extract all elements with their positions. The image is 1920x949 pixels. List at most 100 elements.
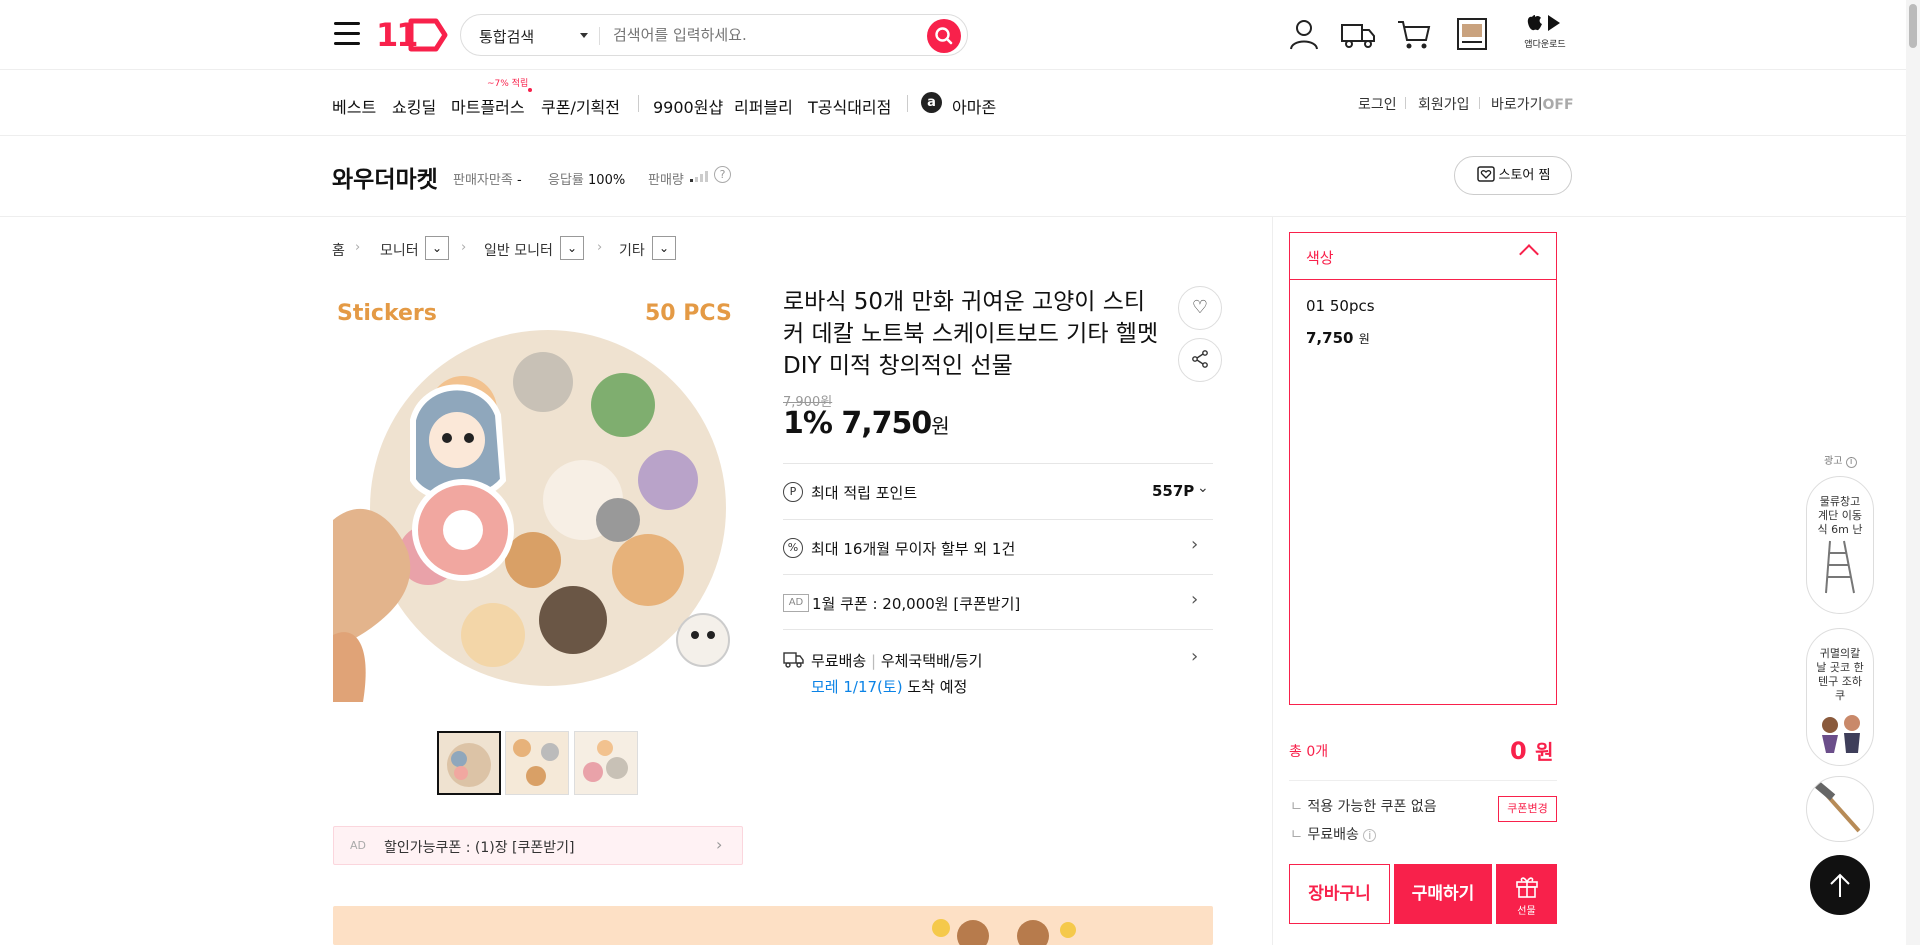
nav-item-best[interactable]: 베스트 <box>332 94 376 118</box>
monthly-coupon-row[interactable]: AD 1월 쿠폰 : 20,000원 [쿠폰받기] › <box>783 574 1213 629</box>
discount-coupon-strip[interactable]: AD 할인가능쿠폰 : (1)장 [쿠폰받기] › <box>333 826 743 865</box>
chevron-right-icon: › <box>597 240 603 255</box>
login-link[interactable]: 로그인 <box>1358 94 1397 114</box>
add-to-cart-button[interactable]: 장바구니 <box>1289 864 1390 924</box>
breadcrumb-general-monitor[interactable]: 일반 모니터 <box>484 240 553 260</box>
scrollbar-thumb[interactable] <box>1909 4 1917 48</box>
breadcrumb-dropdown[interactable]: ⌄ <box>652 236 676 260</box>
indent-mark: ㄴ <box>1290 799 1303 815</box>
no-coupon-text: 적용 가능한 쿠폰 없음 <box>1307 799 1437 815</box>
mart-plus-badge: ~7% 적립 <box>487 79 529 89</box>
promo-banner[interactable] <box>333 906 1213 949</box>
scrollbar[interactable] <box>1906 0 1920 945</box>
product-main-image[interactable]: Stickers 50 PCS <box>333 290 741 702</box>
free-shipping-text: 무료배송 <box>1307 827 1359 843</box>
share-button[interactable] <box>1178 338 1222 382</box>
chevron-down-icon <box>580 33 588 38</box>
store-name[interactable]: 와우더마켓 <box>332 160 438 194</box>
chevron-right-icon: › <box>1191 534 1199 555</box>
image-text-50pcs: 50 PCS <box>645 301 732 326</box>
breadcrumb-monitor[interactable]: 모니터 <box>380 240 419 260</box>
store-bar: 와우더마켓 판매자만족 - 응답률 100% 판매량 ? 스토어 찜 <box>0 136 1920 217</box>
nav-item-coupon[interactable]: 쿠폰/기획전 <box>541 94 620 118</box>
chevron-right-icon: › <box>1191 646 1199 667</box>
info-icon[interactable]: i <box>1363 829 1377 842</box>
chevron-right-icon: › <box>355 240 361 255</box>
my-page-icon[interactable] <box>1286 16 1322 52</box>
nav-item-9900[interactable]: 9900원샵 <box>653 94 723 118</box>
side-ad-card[interactable] <box>1806 776 1874 842</box>
nav-item-amazon[interactable]: 아마존 <box>952 94 996 118</box>
separator: | <box>870 652 877 670</box>
nav-item-refurbly[interactable]: 리퍼블리 <box>734 94 793 118</box>
thumbnail-image <box>439 733 499 793</box>
ladder-image <box>1825 540 1855 594</box>
scroll-to-top-button[interactable] <box>1810 855 1870 915</box>
nav-item-t-official[interactable]: T공식대리점 <box>808 94 891 118</box>
thumbnail-2[interactable] <box>505 731 569 795</box>
share-icon <box>1192 350 1208 368</box>
search-input[interactable] <box>613 23 913 47</box>
breadcrumb-dropdown[interactable]: ⌄ <box>425 236 449 260</box>
chevron-right-icon: › <box>716 835 723 854</box>
total-price: 0 원 <box>1510 736 1553 765</box>
recent-view-icon[interactable] <box>1454 16 1490 52</box>
delivery-truck-icon[interactable] <box>1340 16 1376 52</box>
divider <box>1289 780 1557 781</box>
nav-divider <box>907 95 908 112</box>
image-text-stickers: Stickers <box>337 301 437 326</box>
coupon-change-button[interactable]: 쿠폰변경 <box>1498 796 1557 822</box>
shipping-status: ㄴ 무료배송 i <box>1290 824 1377 844</box>
shipping-method: 우체국택배/등기 <box>880 652 983 670</box>
signup-link[interactable]: 회원가입 <box>1418 94 1470 114</box>
chevron-right-icon: › <box>461 240 467 255</box>
cart-icon[interactable] <box>1396 16 1432 52</box>
thumbnail-image <box>506 732 568 794</box>
point-icon: P <box>783 482 803 502</box>
arrival-date: 모레 1/17(토) <box>811 678 903 696</box>
thumbnail-3[interactable] <box>574 731 638 795</box>
thumbnail-image <box>575 732 637 794</box>
response-value: 100% <box>588 173 626 188</box>
search-icon <box>935 27 953 45</box>
option-price-value: 7,750 <box>1306 329 1354 347</box>
store-favorite-button[interactable]: 스토어 찜 <box>1454 156 1572 195</box>
price-unit: 원 <box>931 414 949 438</box>
app-download-button[interactable]: 앱다운로드 <box>1520 12 1570 50</box>
thumbnail-1[interactable] <box>437 731 501 795</box>
sales-level-icon <box>690 171 708 182</box>
amazon-icon: a <box>921 92 942 113</box>
chevron-down-icon: ⌄ <box>431 241 443 255</box>
buy-now-button[interactable]: 구매하기 <box>1394 864 1492 924</box>
breadcrumb-etc[interactable]: 기타 <box>619 240 645 260</box>
arrival-suffix: 도착 예정 <box>907 678 968 696</box>
nav-item-shocking-deal[interactable]: 쇼킹딜 <box>392 94 436 118</box>
info-icon[interactable]: i <box>1845 457 1857 468</box>
gift-icon <box>1515 877 1538 898</box>
points-row[interactable]: P 최대 적립 포인트 557P ⌄ <box>783 463 1213 519</box>
chevron-down-icon: ⌄ <box>658 241 670 255</box>
sticker-collage-image: Stickers 50 PCS <box>333 290 741 702</box>
option-header[interactable]: 색상 <box>1290 233 1556 280</box>
search-scope-select[interactable]: 통합검색 <box>479 26 534 47</box>
breadcrumb-dropdown[interactable]: ⌄ <box>560 236 584 260</box>
option-item[interactable]: 01 50pcs 7,750 원 <box>1290 281 1556 351</box>
hamburger-menu-icon[interactable] <box>334 22 360 46</box>
shortcut-toggle[interactable]: 바로가기OFF <box>1491 94 1574 114</box>
wishlist-button[interactable]: ♡ <box>1178 286 1222 330</box>
nav-item-mart-plus[interactable]: 마트플러스 <box>451 94 525 118</box>
help-icon[interactable]: ? <box>714 166 731 183</box>
breadcrumb-home[interactable]: 홈 <box>332 240 345 260</box>
shipping-row[interactable]: 무료배송 | 우체국택배/등기 모레 1/17(토) 도착 예정 › <box>783 629 1213 705</box>
installment-row[interactable]: % 최대 16개월 무이자 할부 외 1건 › <box>783 519 1213 574</box>
side-ad-card[interactable]: 물류창고 계단 이동식 6m 난 <box>1806 476 1874 614</box>
discount-rate: 1% <box>783 406 833 441</box>
search-button[interactable] <box>927 19 961 53</box>
chevron-up-icon <box>1519 244 1539 264</box>
sale-price: 1% 7,750원 <box>783 406 950 441</box>
points-value: 557P <box>1152 482 1195 500</box>
percent-icon: % <box>783 538 803 558</box>
option-select-box: 색상 01 50pcs 7,750 원 <box>1289 232 1557 705</box>
gift-button[interactable]: 선물 <box>1496 864 1557 924</box>
side-ad-card[interactable]: 귀멸의칼날 곳코 한텐구 조하쿠 <box>1806 628 1874 766</box>
